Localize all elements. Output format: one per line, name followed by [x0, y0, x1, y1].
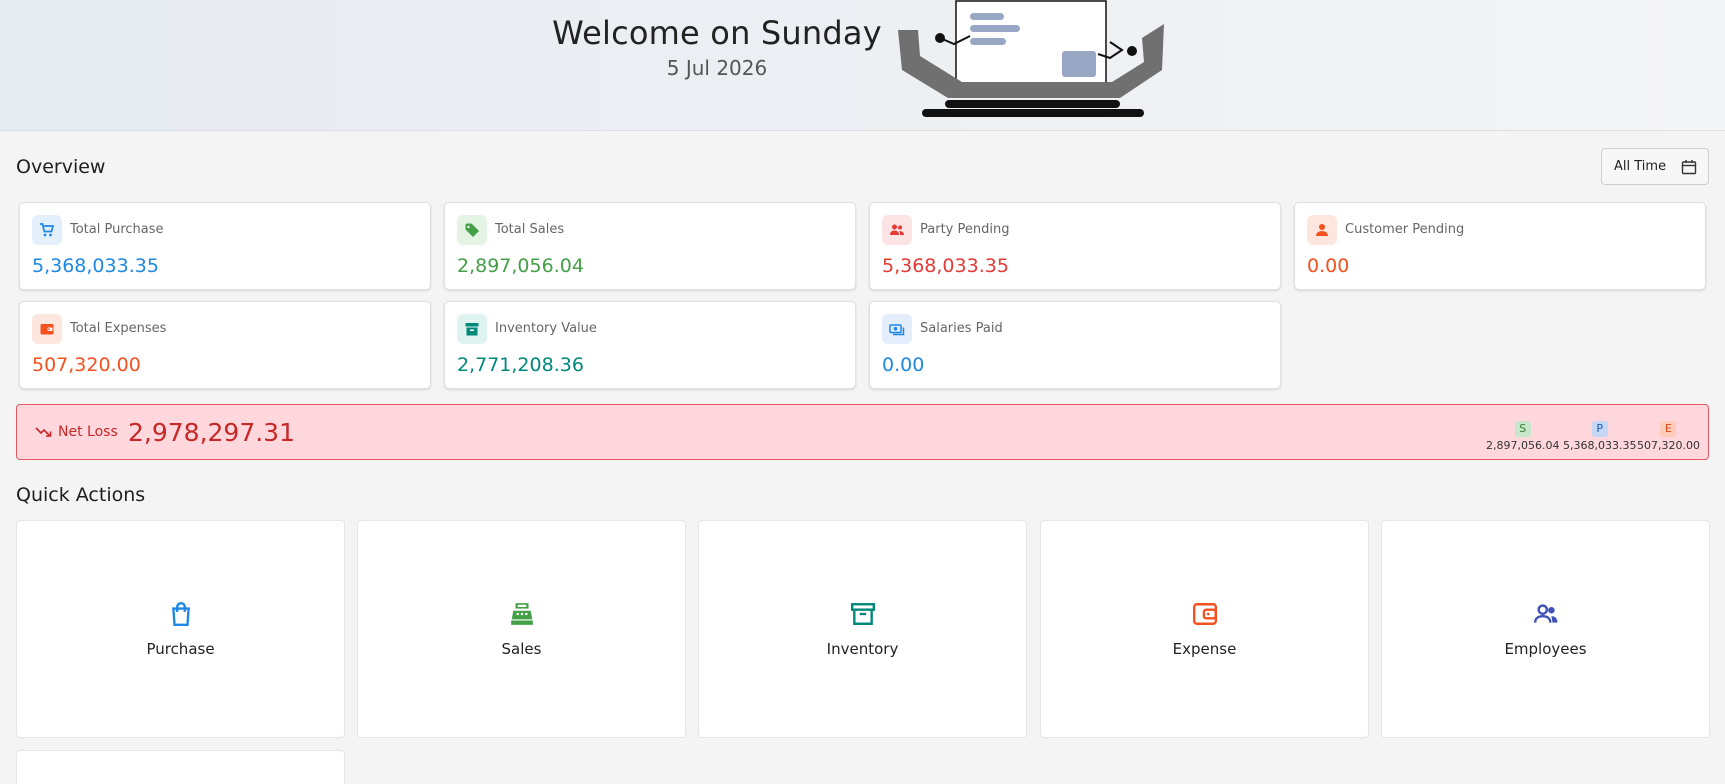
shopping-bag-icon	[171, 601, 190, 627]
current-date: 5 Jul 2026	[666, 56, 768, 80]
date-range-picker[interactable]: All Time	[1601, 148, 1709, 185]
payments-icon	[882, 314, 912, 344]
inventory-value-card[interactable]: Inventory Value 2,771,208.36	[444, 301, 856, 389]
party-pending-card[interactable]: Party Pending 5,368,033.35	[869, 202, 1281, 290]
laptop-illustration-icon	[898, 0, 1164, 117]
purchase-breakdown: P 5,368,033.35	[1563, 417, 1636, 452]
people-icon	[1533, 604, 1557, 623]
quick-action-inventory[interactable]: Inventory	[698, 520, 1027, 738]
total-purchase-card[interactable]: Total Purchase 5,368,033.35	[19, 202, 431, 290]
net-loss-label: Net Loss	[58, 424, 118, 440]
welcome-banner: Welcome on Sunday 5 Jul 2026	[0, 0, 1725, 131]
tag-icon	[457, 215, 487, 245]
cash-register-icon	[510, 603, 533, 625]
quick-actions-title: Quick Actions	[16, 484, 146, 506]
card-value: 5,368,033.35	[32, 255, 159, 277]
cart-icon	[32, 215, 62, 245]
net-loss-value: 2,978,297.31	[128, 418, 295, 447]
expense-breakdown-value: 507,320.00	[1637, 439, 1700, 452]
quick-action-sales[interactable]: Sales	[357, 520, 686, 738]
card-value: 5,368,033.35	[882, 255, 1009, 277]
total-expenses-card[interactable]: Total Expenses 507,320.00	[19, 301, 431, 389]
quick-action-more[interactable]	[16, 750, 345, 784]
sales-breakdown-value: 2,897,056.04	[1486, 439, 1560, 452]
card-label: Party Pending	[920, 222, 1010, 237]
card-label: Customer Pending	[1345, 222, 1465, 237]
archive-icon	[850, 603, 875, 625]
card-label: Inventory Value	[495, 321, 597, 336]
trending-down-icon	[35, 427, 52, 437]
group-icon	[882, 215, 912, 245]
date-range-label: All Time	[1614, 159, 1667, 174]
quick-action-label: Inventory	[826, 640, 899, 658]
quick-action-employees[interactable]: Employees	[1381, 520, 1710, 738]
quick-action-label: Expense	[1172, 640, 1237, 658]
overview-title: Overview	[16, 156, 106, 178]
calendar-icon	[1681, 160, 1697, 175]
expense-badge: E	[1660, 421, 1677, 437]
greeting-title: Welcome on Sunday	[552, 14, 882, 52]
quick-action-label: Employees	[1504, 640, 1587, 658]
archive-icon	[457, 314, 487, 344]
purchase-breakdown-value: 5,368,033.35	[1563, 439, 1637, 452]
salaries-paid-card[interactable]: Salaries Paid 0.00	[869, 301, 1281, 389]
customer-pending-card[interactable]: Customer Pending 0.00	[1294, 202, 1706, 290]
card-value: 2,897,056.04	[457, 255, 584, 277]
card-value: 0.00	[882, 354, 925, 376]
net-loss-banner: Net Loss 2,978,297.31 S 2,897,056.04 P 5…	[16, 404, 1709, 460]
person-icon	[1307, 215, 1337, 245]
card-label: Total Sales	[495, 222, 565, 237]
quick-action-label: Sales	[501, 640, 542, 658]
wallet-icon	[1192, 603, 1217, 625]
total-sales-card[interactable]: Total Sales 2,897,056.04	[444, 202, 856, 290]
quick-action-label: Purchase	[146, 640, 215, 658]
card-label: Total Expenses	[70, 321, 167, 336]
wallet-icon	[32, 314, 62, 344]
quick-action-expense[interactable]: Expense	[1040, 520, 1369, 738]
card-label: Total Purchase	[70, 222, 164, 237]
card-label: Salaries Paid	[920, 321, 1003, 336]
sales-breakdown: S 2,897,056.04	[1486, 417, 1559, 452]
purchase-badge: P	[1591, 421, 1608, 437]
card-value: 0.00	[1307, 255, 1350, 277]
sales-badge: S	[1514, 421, 1531, 437]
card-value: 507,320.00	[32, 354, 141, 376]
quick-action-purchase[interactable]: Purchase	[16, 520, 345, 738]
card-value: 2,771,208.36	[457, 354, 584, 376]
expense-breakdown: E 507,320.00	[1637, 417, 1700, 452]
